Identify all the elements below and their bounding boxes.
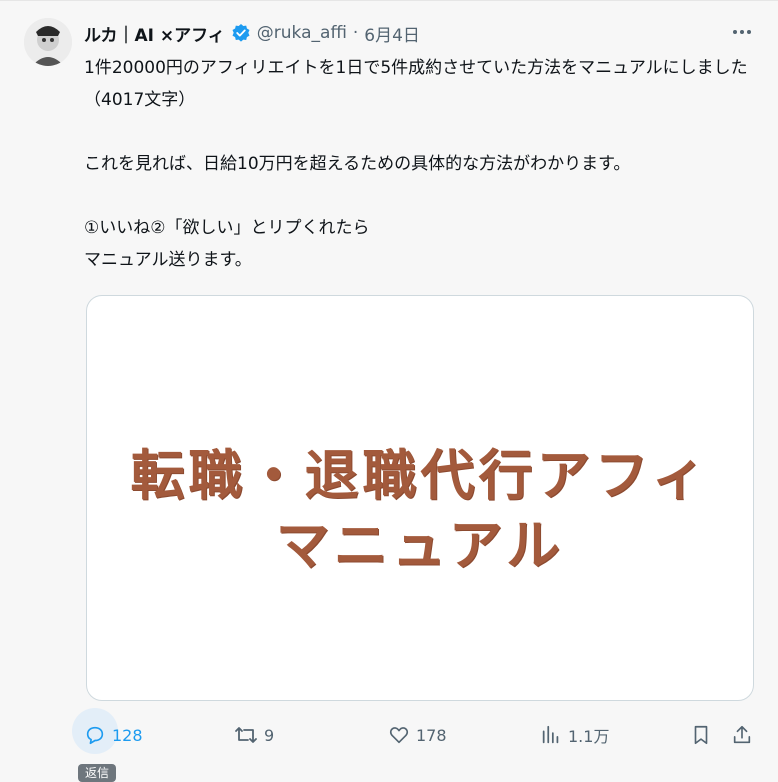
share-button[interactable]	[731, 710, 753, 760]
reply-button[interactable]: 128	[84, 710, 143, 760]
bookmark-icon	[690, 724, 712, 746]
author-name[interactable]: ルカ｜AI ×アフィ	[84, 21, 225, 46]
like-icon	[388, 724, 410, 746]
card-title-line2: マニュアル	[275, 514, 565, 577]
media-card[interactable]: 転職・退職代行アフィ マニュアル	[86, 295, 754, 701]
like-count: 178	[416, 725, 447, 745]
reply-tooltip: 返信	[78, 764, 116, 782]
share-icon	[731, 724, 753, 746]
views-icon	[540, 724, 562, 746]
like-button[interactable]: 178	[388, 710, 447, 760]
tweet-text: 1件20000円のアフィリエイトを1日で5件成約させていた方法をマニュアルにしま…	[84, 58, 748, 270]
verified-badge-icon	[231, 23, 251, 43]
reply-icon	[84, 724, 106, 746]
tweet-date[interactable]: 6月4日	[364, 21, 420, 46]
retweet-count: 9	[264, 725, 275, 745]
action-bar: 128 9 178 1.1万	[0, 710, 778, 760]
top-divider	[0, 0, 778, 1]
avatar[interactable]	[24, 18, 72, 66]
views-button[interactable]: 1.1万	[540, 710, 609, 760]
retweet-button[interactable]: 9	[234, 710, 274, 760]
more-icon[interactable]	[728, 18, 756, 46]
retweet-icon	[234, 724, 258, 746]
header-separator: ·	[352, 23, 359, 43]
reply-count: 128	[112, 725, 143, 745]
views-count: 1.1万	[568, 727, 610, 746]
author-handle[interactable]: @ruka_affi	[257, 23, 347, 43]
tweet-header: ルカ｜AI ×アフィ @ruka_affi · 6月4日	[84, 20, 420, 46]
bookmark-button[interactable]	[690, 710, 712, 760]
card-title-line1: 転職・退職代行アフィ	[130, 444, 710, 507]
